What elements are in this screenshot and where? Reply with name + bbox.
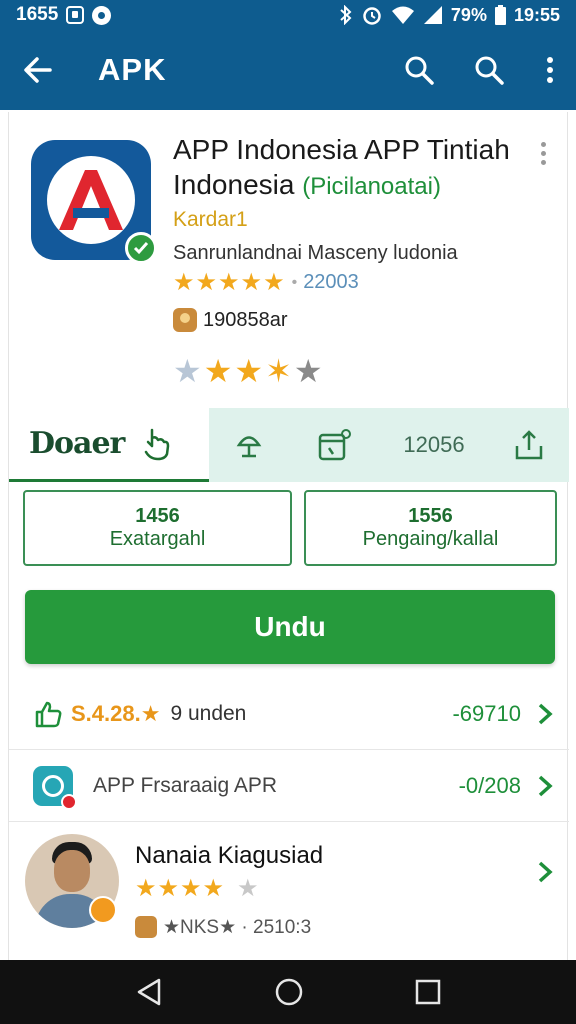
tab-count[interactable]: 12056 [379, 408, 489, 482]
chevron-right-icon [538, 703, 553, 724]
star-rating-icon: ★★★★★ [173, 269, 286, 296]
app-details-card: APP Indonesia APP Tintiah Indonesia (Pic… [8, 112, 569, 960]
stat-box-left[interactable]: 1456 Exatargahl [23, 490, 292, 566]
app-logo-a-icon [59, 170, 123, 230]
stat-right-number: 1556 [408, 505, 453, 527]
battery-icon [494, 5, 506, 25]
stat-box-right[interactable]: 1556 Pengaing/kallal [304, 490, 557, 566]
row2-text: APP Frsaraaig APR [93, 773, 278, 797]
reviewer-meta: ★NKS★ · 2510:3 [163, 917, 312, 938]
tab-share[interactable] [489, 408, 569, 482]
empty-star-icon: ★ [237, 875, 259, 902]
tab-main[interactable]: Doaer [9, 408, 209, 482]
app-bar-title: APK [98, 52, 167, 87]
status-time-right: 19:55 [513, 4, 560, 25]
action-tabs: Doaer 12056 [9, 408, 569, 482]
app-thumb-icon [33, 765, 77, 810]
list-item-reviewer[interactable]: Nanaia Kiagusiad ★★★★ ★ ★NKS★ · 2510:3 [9, 824, 569, 954]
rating-count: 22003 [303, 271, 359, 293]
signal-icon [423, 6, 442, 24]
app-tagline: Sanrunlandnai Masceny ludonia [173, 242, 458, 264]
row2-value: -0/208 [458, 772, 521, 798]
tab-main-label: Doaer [29, 426, 125, 461]
install-button[interactable]: Undu [25, 590, 555, 664]
list-item-rating[interactable]: S.4.28.★ 9 unden -69710 [9, 678, 569, 750]
back-button[interactable] [0, 30, 76, 110]
status-bar: 1655 79% 19:55 [0, 0, 576, 30]
stat-left-label: Exatargahl [109, 528, 206, 550]
reviewer-name: Nanaia Kiagusiad [135, 842, 324, 869]
star-icon[interactable]: ★ [294, 353, 325, 389]
stat-right-label: Pengaing/kallal [362, 528, 499, 550]
search-icon [475, 56, 504, 85]
rating-row: ★★★★★ • 22003 [173, 269, 359, 296]
back-triangle-icon[interactable] [135, 977, 163, 1007]
chevron-right-icon [538, 775, 553, 796]
app-bar: APK [0, 30, 576, 110]
bluetooth-icon [340, 5, 352, 25]
award-icon [173, 308, 197, 332]
share-icon [515, 430, 543, 460]
star-icon[interactable]: ★ [173, 353, 204, 389]
verified-badge-icon [125, 232, 157, 264]
tab-calendar[interactable] [289, 408, 379, 482]
developer-name[interactable]: Kardar1 [173, 208, 248, 232]
half-star-icon[interactable]: ✶ [265, 353, 294, 389]
badge-row: 190858ar [173, 308, 288, 332]
status-time-left: 1655 [16, 4, 59, 25]
recents-square-icon[interactable] [415, 979, 441, 1005]
tab-count-value: 12056 [403, 432, 465, 457]
star-icon[interactable]: ★★ [204, 353, 265, 389]
system-nav-bar [0, 960, 576, 1024]
chevron-right-icon [538, 861, 553, 883]
stat-left-number: 1456 [135, 505, 180, 527]
more-vert-icon [547, 57, 553, 83]
search-button-2[interactable] [454, 30, 524, 110]
reviewer-badge-icon [89, 896, 117, 924]
award-icon [135, 916, 157, 938]
badge-text: 190858ar [203, 308, 288, 331]
alarm-icon [363, 7, 381, 25]
row1-value: -69710 [452, 700, 521, 726]
app-title: APP Indonesia APP Tintiah Indonesia (Pic… [173, 132, 533, 204]
row1-text: 9 unden [170, 701, 247, 725]
row1-rating: S.4.28.★ [71, 700, 161, 726]
tab-lamp[interactable] [209, 408, 289, 482]
lamp-icon [236, 436, 262, 458]
app-icon[interactable] [31, 140, 157, 264]
reviewer-stars: ★★★★ [135, 875, 226, 902]
more-options-button[interactable] [524, 30, 576, 110]
search-icon [405, 56, 434, 85]
notification-dot-icon [92, 5, 112, 25]
user-rating-stars[interactable]: ★★★✶★ [173, 352, 325, 390]
search-button[interactable] [384, 30, 454, 110]
battery-level: 79% [450, 4, 487, 25]
app-title-line2: Indonesia [173, 169, 295, 200]
thumbs-up-icon [35, 701, 62, 727]
notification-icon [66, 6, 85, 24]
calendar-icon [318, 429, 351, 461]
back-arrow-icon [24, 57, 52, 83]
app-title-subtitle: (Picilanoatai) [302, 173, 441, 200]
overflow-dots-icon[interactable] [533, 142, 553, 170]
wifi-icon [391, 6, 414, 24]
list-item-app[interactable]: APP Frsaraaig APR -0/208 [9, 750, 569, 822]
hand-pointer-icon [145, 428, 170, 460]
app-title-line1: APP Indonesia APP Tintiah [173, 134, 510, 165]
home-circle-icon[interactable] [274, 977, 304, 1007]
